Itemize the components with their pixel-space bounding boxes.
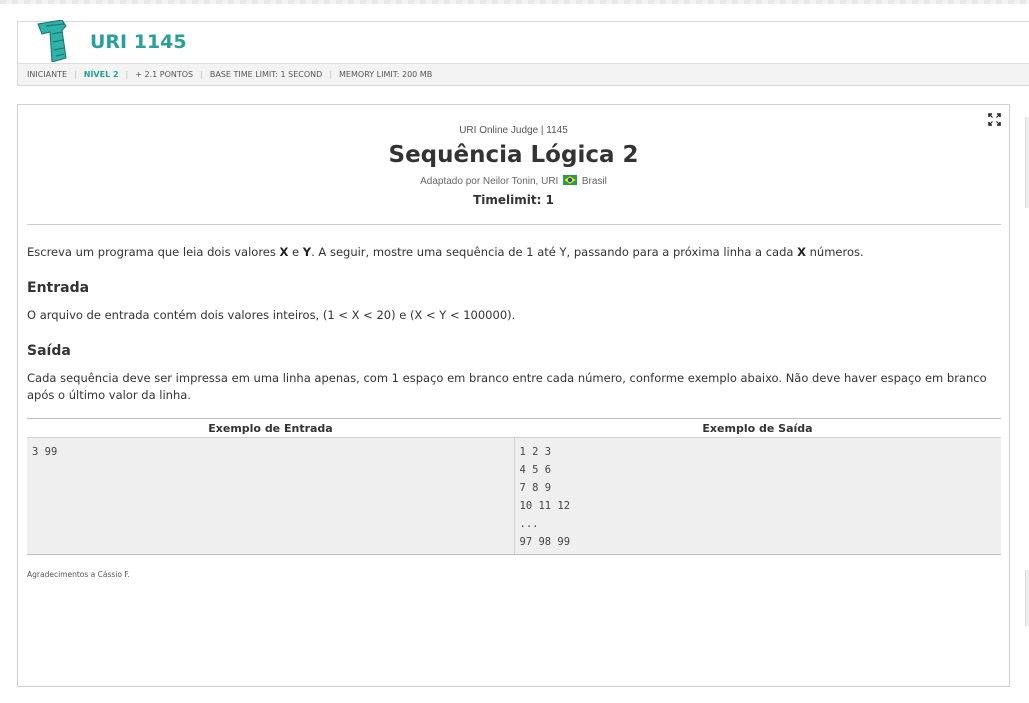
category-label[interactable]: INICIANTE xyxy=(27,70,67,79)
problem-code: URI 1145 xyxy=(90,31,187,53)
example-table-header: Exemplo de Entrada Exemplo de Saída xyxy=(27,419,1001,438)
problem-statement-card: URI Online Judge | 1145 Sequência Lógica… xyxy=(17,104,1010,687)
country-text: Brasil xyxy=(581,176,607,187)
example-table-body: 3 99 1 2 3 4 5 6 7 8 9 10 11 12 ... 97 9… xyxy=(27,438,1001,554)
input-heading: Entrada xyxy=(27,280,90,296)
problem-meta-bar: INICIANTE | NÍVEL 2 | + 2.1 PONTOS | BAS… xyxy=(18,63,1029,85)
example-output-line: 1 2 3 xyxy=(519,446,552,458)
acknowledgement: Agradecimentos a Cássio F. xyxy=(27,570,130,579)
memory-limit-label: MEMORY LIMIT: 200 MB xyxy=(339,70,433,79)
problem-description: Escreva um programa que leia dois valore… xyxy=(27,245,864,259)
author-text: Adaptado por Neilor Tonin, URI xyxy=(420,176,559,187)
example-output-line: 10 11 12 xyxy=(519,500,571,512)
example-output[interactable]: 1 2 3 4 5 6 7 8 9 10 11 12 ... 97 98 99 xyxy=(513,438,1002,554)
example-output-line: 97 98 99 xyxy=(519,536,571,548)
example-input-header: Exemplo de Entrada xyxy=(208,422,333,435)
example-output-line: 7 8 9 xyxy=(519,482,552,494)
example-output-header: Exemplo de Saída xyxy=(702,422,813,435)
level-label[interactable]: NÍVEL 2 xyxy=(84,70,119,79)
problem-header: URI 1145 INICIANTE | NÍVEL 2 | + 2.1 PON… xyxy=(17,20,1029,86)
divider xyxy=(27,224,1001,225)
points-label: + 2.1 PONTOS xyxy=(135,70,194,79)
input-description: O arquivo de entrada contém dois valores… xyxy=(27,308,516,322)
brazil-flag-icon xyxy=(563,175,578,185)
judge-line: URI Online Judge | 1145 xyxy=(459,125,568,136)
output-description: Cada sequência deve ser impressa em uma … xyxy=(27,371,987,402)
example-table: Exemplo de Entrada Exemplo de Saída 3 99… xyxy=(27,418,1001,555)
example-output-line: 4 5 6 xyxy=(519,464,552,476)
time-limit-label: BASE TIME LIMIT: 1 SECOND xyxy=(209,70,323,79)
example-input[interactable]: 3 99 xyxy=(27,438,514,554)
example-output-line: ... xyxy=(519,518,539,530)
side-rail xyxy=(1025,570,1029,626)
top-strip xyxy=(0,0,1029,4)
level-logo-icon xyxy=(37,20,67,62)
example-input-line: 3 99 xyxy=(32,446,58,458)
page-title: Sequência Lógica 2 xyxy=(388,142,639,168)
output-heading: Saída xyxy=(27,343,71,359)
author-line: Adaptado por Neilor Tonin, URI Brasil xyxy=(18,175,1009,187)
side-rail xyxy=(1025,117,1029,208)
timelimit: Timelimit: 1 xyxy=(473,193,554,207)
